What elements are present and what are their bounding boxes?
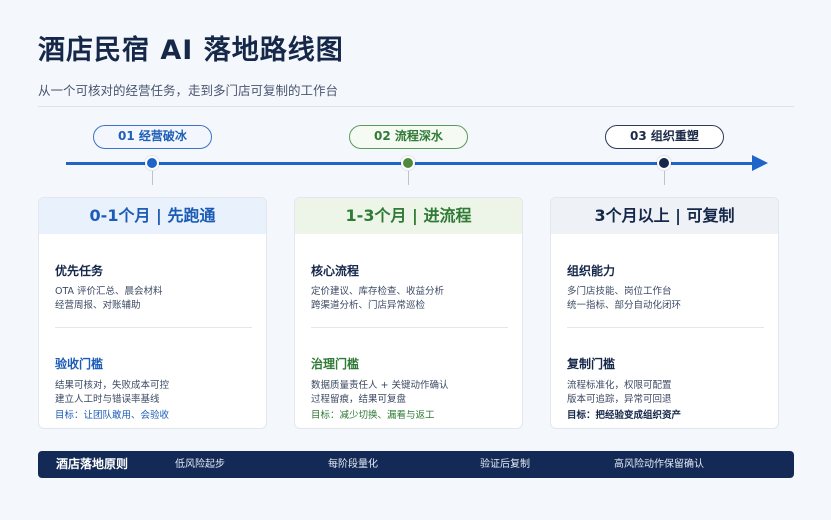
section-line: 经营周报、对账辅助 xyxy=(55,300,141,311)
principle-item: 每阶段量化 xyxy=(328,459,378,470)
section-line: 跨渠道分析、门店异常巡检 xyxy=(311,300,426,311)
card-title: 0-1个月 | 先跑通 xyxy=(39,198,266,234)
stage-pill-1: 01 经营破冰 xyxy=(93,125,212,149)
section-title: 核心流程 xyxy=(311,264,360,278)
stage-connector-1 xyxy=(152,171,153,185)
stage-card-3: 3个月以上 | 可复制 组织能力 多门店技能、岗位工作台 统一指标、部分自动化闭… xyxy=(550,197,779,429)
section-title: 复制门槛 xyxy=(567,357,616,371)
section-line: 数据质量责任人 + 关键动作确认 xyxy=(311,380,449,391)
stage-dot-3 xyxy=(657,156,671,170)
page-title: 酒店民宿 AI 落地路线图 xyxy=(38,35,344,66)
stage-card-1: 0-1个月 | 先跑通 优先任务 OTA 评价汇总、晨会材料 经营周报、对账辅助… xyxy=(38,197,267,429)
stage-pill-2: 02 流程深水 xyxy=(349,125,468,149)
section-title: 优先任务 xyxy=(55,264,104,278)
card-goal: 目标：让团队敢用、会验收 xyxy=(55,410,170,421)
section-line: 过程留痕，结果可复盘 xyxy=(311,394,407,405)
section-line: 统一指标、部分自动化闭环 xyxy=(567,300,682,311)
stage-connector-2 xyxy=(408,171,409,185)
card-divider xyxy=(311,327,508,328)
card-title: 3个月以上 | 可复制 xyxy=(551,198,778,234)
stage-dot-2 xyxy=(401,156,415,170)
section-line: OTA 评价汇总、晨会材料 xyxy=(55,286,163,297)
principles-title: 酒店落地原则 xyxy=(56,457,129,471)
stage-dot-1 xyxy=(145,156,159,170)
page-subtitle: 从一个可核对的经营任务，走到多门店可复制的工作台 xyxy=(38,83,339,98)
card-title: 1-3个月 | 进流程 xyxy=(295,198,522,234)
principle-item: 高风险动作保留确认 xyxy=(614,459,704,470)
section-title: 治理门槛 xyxy=(311,357,360,371)
section-line: 建立人工时与错误率基线 xyxy=(55,394,160,405)
section-line: 版本可追踪，异常可回退 xyxy=(567,394,672,405)
card-goal: 目标：减少切换、漏看与返工 xyxy=(311,410,435,421)
stage-connector-3 xyxy=(664,171,665,185)
card-divider xyxy=(567,327,764,328)
principles-bar: 酒店落地原则 低风险起步 每阶段量化 验证后复制 高风险动作保留确认 xyxy=(38,451,794,478)
section-title: 组织能力 xyxy=(567,264,616,278)
stage-card-2: 1-3个月 | 进流程 核心流程 定价建议、库存检查、收益分析 跨渠道分析、门店… xyxy=(294,197,523,429)
stage-pill-3: 03 组织重塑 xyxy=(605,125,724,149)
card-goal: 目标：把经验变成组织资产 xyxy=(567,410,682,421)
section-line: 流程标准化，权限可配置 xyxy=(567,380,672,391)
principle-item: 验证后复制 xyxy=(480,459,530,470)
section-line: 多门店技能、岗位工作台 xyxy=(567,286,672,297)
section-line: 定价建议、库存检查、收益分析 xyxy=(311,286,445,297)
card-divider xyxy=(55,327,252,328)
section-line: 结果可核对，失败成本可控 xyxy=(55,380,170,391)
header-divider xyxy=(38,106,794,107)
section-title: 验收门槛 xyxy=(55,357,104,371)
timeline-arrow-icon xyxy=(752,155,768,171)
principle-item: 低风险起步 xyxy=(175,459,225,470)
